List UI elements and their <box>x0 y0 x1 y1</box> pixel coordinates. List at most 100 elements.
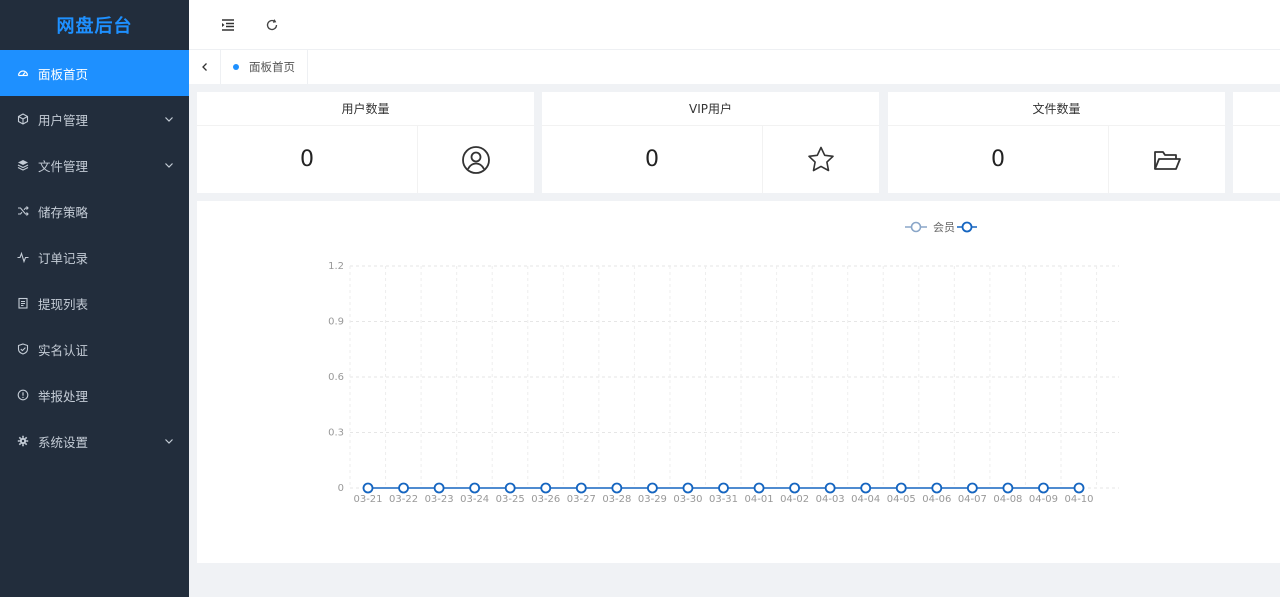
x-tick-label: 04-03 <box>816 494 845 505</box>
x-tick-label: 04-10 <box>1064 494 1093 505</box>
sidebar-item-label: 举报处理 <box>38 388 89 404</box>
y-tick-label: 0.6 <box>328 372 344 383</box>
data-point <box>1073 482 1085 494</box>
shield-check-icon <box>16 342 30 356</box>
user-circle-icon <box>462 145 490 174</box>
data-point <box>575 482 587 494</box>
x-tick-label: 04-02 <box>780 494 809 505</box>
x-tick-label: 03-22 <box>389 494 418 505</box>
tab-dashboard[interactable]: 面板首页 <box>221 50 308 84</box>
gear-icon <box>16 434 30 448</box>
x-tick-label: 03-30 <box>673 494 702 505</box>
sidebar-item-2[interactable]: 文件管理 <box>0 142 189 188</box>
data-point <box>789 482 800 494</box>
chart-panel: 0 0.3 0.6 0.9 1.2 03-21 03-22 03-23 03-24 03-25 03… <box>197 201 1280 563</box>
y-tick-label: 0.3 <box>328 428 344 439</box>
data-point <box>398 482 409 494</box>
sidebar-item-3[interactable]: 储存策略 <box>0 188 189 234</box>
sidebar-item-0[interactable]: 面板首页 <box>0 50 189 96</box>
folder-open-icon <box>1154 150 1181 170</box>
menu-fold-icon[interactable] <box>221 18 235 32</box>
x-tick-label: 04-01 <box>745 494 774 505</box>
data-point <box>469 482 481 494</box>
chevron-down-icon <box>163 435 175 447</box>
sidebar-item-label: 文件管理 <box>38 158 89 174</box>
layers-icon <box>16 158 30 172</box>
x-tick-label: 04-05 <box>887 494 916 505</box>
x-tick-label: 03-28 <box>602 494 631 505</box>
line-chart: 0 0.3 0.6 0.9 1.2 03-21 03-22 03-23 03-24 03-25 03… <box>328 221 1119 505</box>
data-point <box>540 482 552 494</box>
stat-card-partial <box>1233 92 1280 193</box>
data-point <box>362 482 374 494</box>
sidebar-item-1[interactable]: 用户管理 <box>0 96 189 142</box>
clipboard-icon <box>16 296 30 310</box>
legend-marker <box>910 221 922 233</box>
sidebar-item-7[interactable]: 举报处理 <box>0 372 189 418</box>
sidebar-item-label: 储存策略 <box>38 204 89 220</box>
top-bar <box>189 0 1280 50</box>
x-tick-label: 04-06 <box>922 494 951 505</box>
x-tick-label: 03-29 <box>638 494 667 505</box>
data-point <box>504 482 516 494</box>
cube-icon <box>16 112 30 126</box>
sidebar: 网盘后台 面板首页用户管理文件管理储存策略订单记录提现列表实名认证举报处理系统设… <box>0 0 189 597</box>
data-point <box>860 482 872 494</box>
stat-card-value: 0 <box>197 126 418 193</box>
tabs-bar: 面板首页 <box>189 50 1280 84</box>
brand-logo: 网盘后台 <box>56 16 133 37</box>
x-tick-label: 03-26 <box>531 494 560 505</box>
sidebar-item-label: 实名认证 <box>38 342 89 358</box>
x-tick-label: 03-21 <box>353 494 382 505</box>
data-point <box>433 482 445 494</box>
pulse-icon <box>16 250 30 264</box>
data-point <box>824 482 836 494</box>
x-tick-label: 04-07 <box>958 494 987 505</box>
data-point <box>895 482 907 494</box>
sidebar-item-5[interactable]: 提现列表 <box>0 280 189 326</box>
stat-card-users: 用户数量 0 <box>197 92 534 193</box>
data-point <box>611 482 623 494</box>
shuffle-icon <box>16 204 30 218</box>
sidebar-item-label: 面板首页 <box>38 66 89 82</box>
stat-card-title: 用户数量 <box>197 92 534 126</box>
x-tick-label: 03-23 <box>425 494 454 505</box>
sidebar-item-label: 系统设置 <box>38 434 89 450</box>
sidebar-item-6[interactable]: 实名认证 <box>0 326 189 372</box>
x-tick-label: 03-31 <box>709 494 738 505</box>
x-tick-label: 03-25 <box>496 494 525 505</box>
y-tick-label: 1.2 <box>328 261 344 272</box>
tabs-scroll-left-button[interactable] <box>189 50 221 84</box>
stat-card-title: VIP用户 <box>542 92 879 126</box>
x-tick-label: 04-08 <box>993 494 1022 505</box>
x-tick-label: 03-24 <box>460 494 489 505</box>
chevron-left-icon <box>201 63 207 71</box>
chevron-down-icon <box>163 113 175 125</box>
data-point <box>966 482 978 494</box>
y-tick-label: 0.9 <box>328 317 344 328</box>
sidebar-item-label: 订单记录 <box>38 250 89 266</box>
stat-card-files: 文件数量 0 <box>888 92 1225 193</box>
y-tick-label: 0 <box>338 483 344 494</box>
alert-circle-icon <box>16 388 30 402</box>
dashboard-icon <box>16 66 30 80</box>
star-icon <box>808 146 834 171</box>
stat-card-value: 0 <box>542 126 763 193</box>
data-point <box>1038 482 1049 494</box>
data-point <box>1002 482 1014 494</box>
data-point <box>682 482 694 494</box>
sidebar-item-4[interactable]: 订单记录 <box>0 234 189 280</box>
data-point <box>646 482 658 494</box>
sidebar-item-8[interactable]: 系统设置 <box>0 418 189 464</box>
x-tick-label: 04-09 <box>1029 494 1058 505</box>
refresh-icon[interactable] <box>265 18 279 32</box>
active-tab-dot <box>233 64 239 70</box>
legend-label: 会员 <box>933 221 955 234</box>
legend-marker <box>961 221 973 233</box>
data-point <box>931 482 943 494</box>
tab-label: 面板首页 <box>249 60 295 74</box>
chevron-down-icon <box>163 159 175 171</box>
stat-card-title: 文件数量 <box>888 92 1225 126</box>
stat-card-vip: VIP用户 0 <box>542 92 879 193</box>
x-tick-label: 04-04 <box>851 494 880 505</box>
